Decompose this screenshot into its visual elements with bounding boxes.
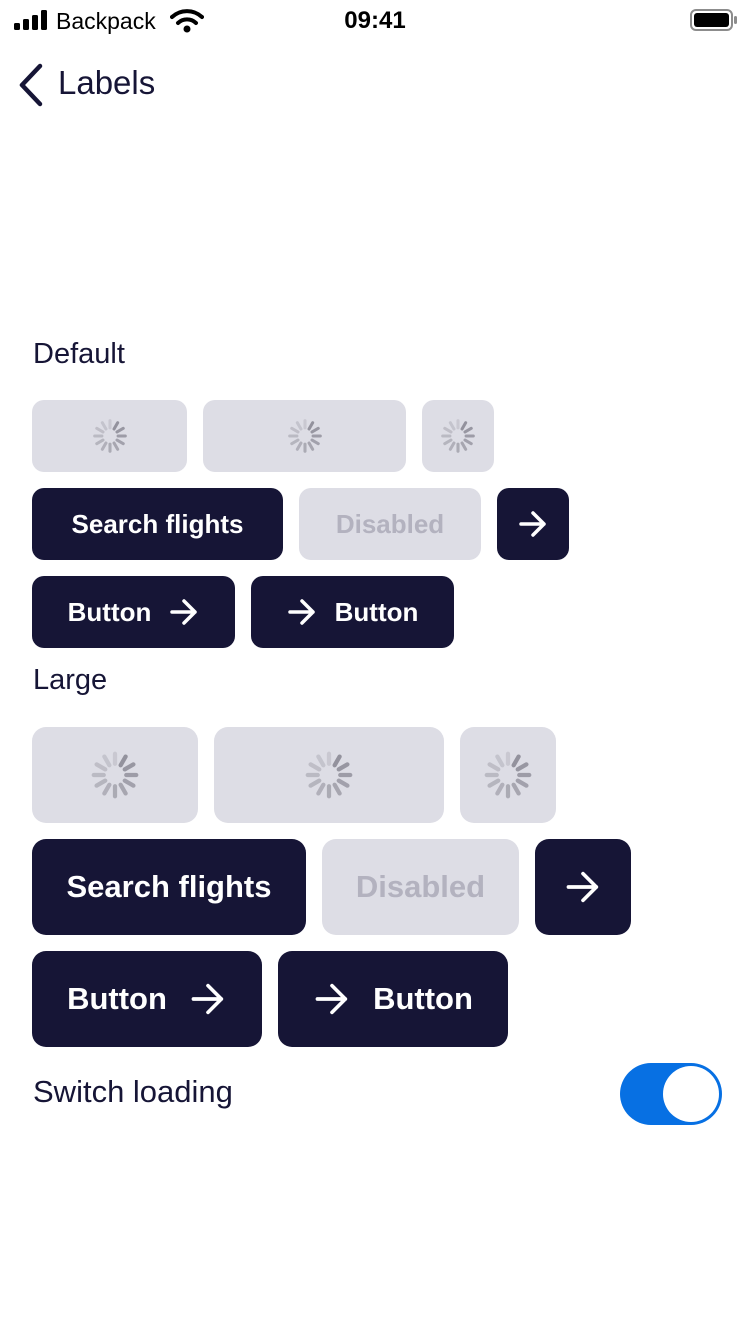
button-leading-arrow[interactable]: Button [251, 576, 454, 648]
section-label-default: Default [33, 338, 125, 370]
arrow-right-icon [315, 983, 348, 1015]
arrow-right-icon [287, 599, 315, 625]
button-label: Button [373, 981, 473, 1016]
button-label: Button [67, 981, 167, 1016]
arrow-right-icon [519, 511, 546, 537]
large-loading-button-primary[interactable] [32, 727, 198, 823]
spinner-icon [305, 751, 353, 799]
button-label: Button [334, 596, 419, 627]
large-arrow-icon-button[interactable] [535, 839, 631, 935]
large-loading-button-wide[interactable] [214, 727, 444, 823]
loading-button-primary[interactable] [32, 400, 187, 472]
section-label-large: Large [33, 664, 108, 696]
spinner-icon [92, 419, 127, 453]
arrow-right-icon [170, 599, 198, 625]
large-loading-button-icon[interactable] [460, 727, 556, 823]
status-time: 09:41 [344, 7, 406, 34]
large-button-trailing-arrow[interactable]: Button [32, 951, 262, 1047]
large-button-leading-arrow[interactable]: Button [278, 951, 508, 1047]
screen: Backpack 09:41 Labels Default Search fli… [0, 0, 750, 1334]
arrow-right-icon [566, 871, 599, 903]
switch-loading-label: Switch loading [33, 1074, 233, 1109]
disabled-button[interactable]: Disabled [299, 488, 481, 560]
arrow-icon-button[interactable] [497, 488, 569, 560]
loading-button-icon[interactable] [422, 400, 494, 472]
toggle-knob [663, 1066, 719, 1122]
spinner-icon [484, 751, 532, 799]
spinner-icon [91, 751, 139, 799]
spinner-icon [441, 419, 475, 453]
loading-button-wide[interactable] [203, 400, 406, 472]
chevron-left-icon[interactable] [14, 62, 48, 108]
button-label: Button [67, 596, 152, 627]
battery-icon [690, 9, 737, 31]
spinner-icon [287, 419, 322, 453]
loading-toggle[interactable] [620, 1063, 722, 1125]
status-bar: Backpack 09:41 [0, 0, 750, 40]
page-title: Labels [58, 64, 156, 101]
button-trailing-arrow[interactable]: Button [32, 576, 235, 648]
arrow-right-icon [191, 983, 224, 1015]
large-search-flights-button[interactable]: Search flights [32, 839, 306, 935]
large-disabled-button[interactable]: Disabled [322, 839, 519, 935]
search-flights-button[interactable]: Search flights [32, 488, 283, 560]
